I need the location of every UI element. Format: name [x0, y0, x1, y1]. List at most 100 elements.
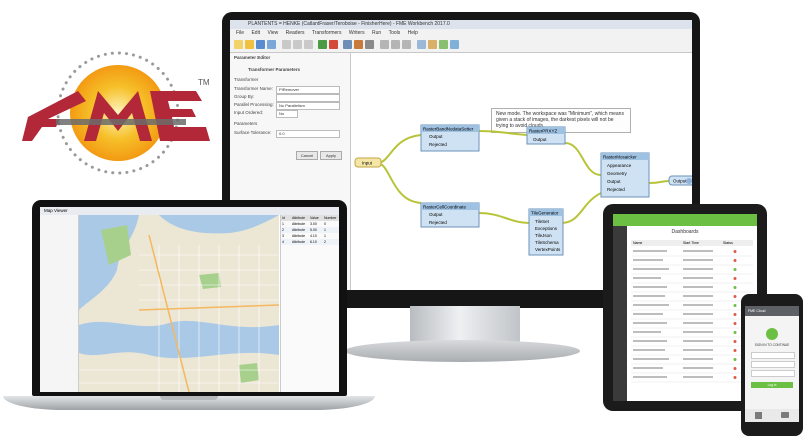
smartphone: FME Cloud SIGN IN TO CONTINUE Log In [741, 294, 803, 436]
field-label-parallel: Parallel Processing: [234, 102, 274, 107]
tablet-page-title: Dashboards [671, 229, 699, 235]
inspector-icon[interactable] [417, 40, 426, 49]
zoom-in-icon[interactable] [380, 40, 389, 49]
tablet-table-header: Name Start Time Status [631, 240, 753, 246]
group-by-input[interactable] [276, 94, 340, 102]
login-button-label: Log In [767, 383, 777, 387]
login-button[interactable]: Log In [751, 382, 793, 388]
connection-line [564, 142, 602, 176]
writer-icon[interactable] [354, 40, 363, 49]
tablet-table-rows [631, 250, 753, 383]
help-icon[interactable] [450, 40, 459, 49]
node-port: Output [429, 212, 443, 217]
status-dots [733, 250, 737, 379]
menu-readers[interactable]: Readers [286, 30, 305, 36]
panel-section: Transformer [234, 77, 259, 82]
input-ordered-select[interactable]: No [276, 110, 298, 118]
save-icon[interactable] [256, 40, 265, 49]
bookmark-icon[interactable] [428, 40, 437, 49]
menu-help[interactable]: Help [408, 30, 418, 36]
node-title: RasterMosaicker [603, 155, 637, 160]
menu-writers[interactable]: Writers [349, 30, 365, 36]
connection-line [560, 192, 602, 224]
server-field[interactable] [751, 370, 795, 377]
open-folder-icon[interactable] [245, 40, 254, 49]
menu-file[interactable]: File [236, 30, 244, 36]
username-field[interactable] [751, 352, 795, 359]
laptop: Map Viewer Id Attribute Value Number 1 A… [32, 200, 347, 396]
book-icon[interactable] [755, 412, 762, 419]
paste-icon[interactable] [304, 40, 313, 49]
row-lines [631, 255, 753, 383]
menu-view[interactable]: View [267, 30, 278, 36]
connection-line [478, 212, 530, 224]
node-title: RasterBandNodataSetter [423, 127, 474, 132]
transformer-name-value: PIRemover [279, 87, 300, 92]
input-node-label: Input [362, 161, 373, 166]
col-header: Start Time [683, 241, 699, 245]
menu-tools[interactable]: Tools [389, 30, 401, 36]
tolerance-value: 0.0 [279, 131, 285, 136]
node-title: RasterPRXYZ [529, 129, 558, 134]
phone-footer [745, 409, 799, 422]
laptop-screen: Map Viewer Id Attribute Value Number 1 A… [40, 207, 339, 392]
laptop-notch [160, 396, 218, 400]
trademark-symbol: TM [198, 78, 210, 87]
node-port: Exceptions [535, 226, 558, 231]
node-port: Rejected [607, 187, 625, 192]
row-text-placeholders [633, 250, 713, 378]
parallel-value: No Parallelism [279, 103, 305, 108]
new-icon[interactable] [234, 40, 243, 49]
sign-in-title: SIGN IN TO CONTINUE [754, 343, 790, 347]
menu-transformers[interactable]: Transformers [312, 30, 342, 36]
output-node-label: Output [673, 179, 687, 184]
transformer-name-input[interactable]: PIRemover [276, 86, 340, 94]
tablet-sidebar [613, 226, 627, 401]
zoom-fit-icon[interactable] [402, 40, 411, 49]
menu-edit[interactable]: Edit [251, 30, 260, 36]
parallel-processing-select[interactable]: No Parallelism [276, 102, 340, 110]
map-park [239, 363, 259, 383]
node-port: TileJson [535, 233, 552, 238]
run-icon[interactable] [318, 40, 327, 49]
node-port: Rejected [429, 220, 447, 225]
save-as-icon[interactable] [267, 40, 276, 49]
tolerance-input[interactable]: 0.0 [276, 130, 340, 138]
col-header: Name [633, 241, 643, 245]
annotation-icon[interactable] [439, 40, 448, 49]
apply-button[interactable]: Apply [320, 151, 342, 160]
fme-logo: TM [22, 51, 210, 175]
logo-letter-e [150, 91, 210, 141]
zoom-out-icon[interactable] [391, 40, 400, 49]
field-label-ordered: Input Ordered: [234, 110, 264, 115]
logo-gray-bar [56, 119, 186, 125]
password-field[interactable] [751, 361, 795, 368]
table-row[interactable]: 4 Attribute 6.10 2 [281, 239, 339, 245]
cancel-button[interactable]: Cancel [296, 151, 318, 160]
connection-line [376, 134, 422, 164]
stop-icon[interactable] [329, 40, 338, 49]
node-title: RasterCellCoordinate [423, 205, 467, 210]
node-port: TileSet [535, 219, 550, 224]
attribute-table: Id Attribute Value Number 1 Attribute 3.00… [280, 215, 339, 392]
copy-icon[interactable] [293, 40, 302, 49]
menu-run[interactable]: Run [372, 30, 381, 36]
menu-bar: File Edit View Readers Transformers Writ… [230, 29, 692, 37]
inspect-icon[interactable] [686, 178, 692, 184]
node-port: Output [533, 137, 547, 142]
connection-line [376, 162, 422, 204]
transformer-icon[interactable] [365, 40, 374, 49]
panel-subtitle: Transformer Parameters [248, 67, 301, 72]
reader-icon[interactable] [343, 40, 352, 49]
node-port: Geometry [607, 171, 628, 176]
map-view[interactable] [79, 215, 279, 392]
cut-icon[interactable] [282, 40, 291, 49]
avatar-icon [766, 328, 778, 340]
tablet-screen: Dashboards Name Start Time Status [613, 214, 757, 401]
connection-line [478, 130, 528, 136]
col-header: Status [723, 241, 733, 245]
monitor-icon[interactable] [781, 412, 789, 418]
table-cell: 2 [324, 240, 326, 244]
table-cell: 4 [282, 240, 284, 244]
table-cell: Attribute [292, 240, 306, 244]
